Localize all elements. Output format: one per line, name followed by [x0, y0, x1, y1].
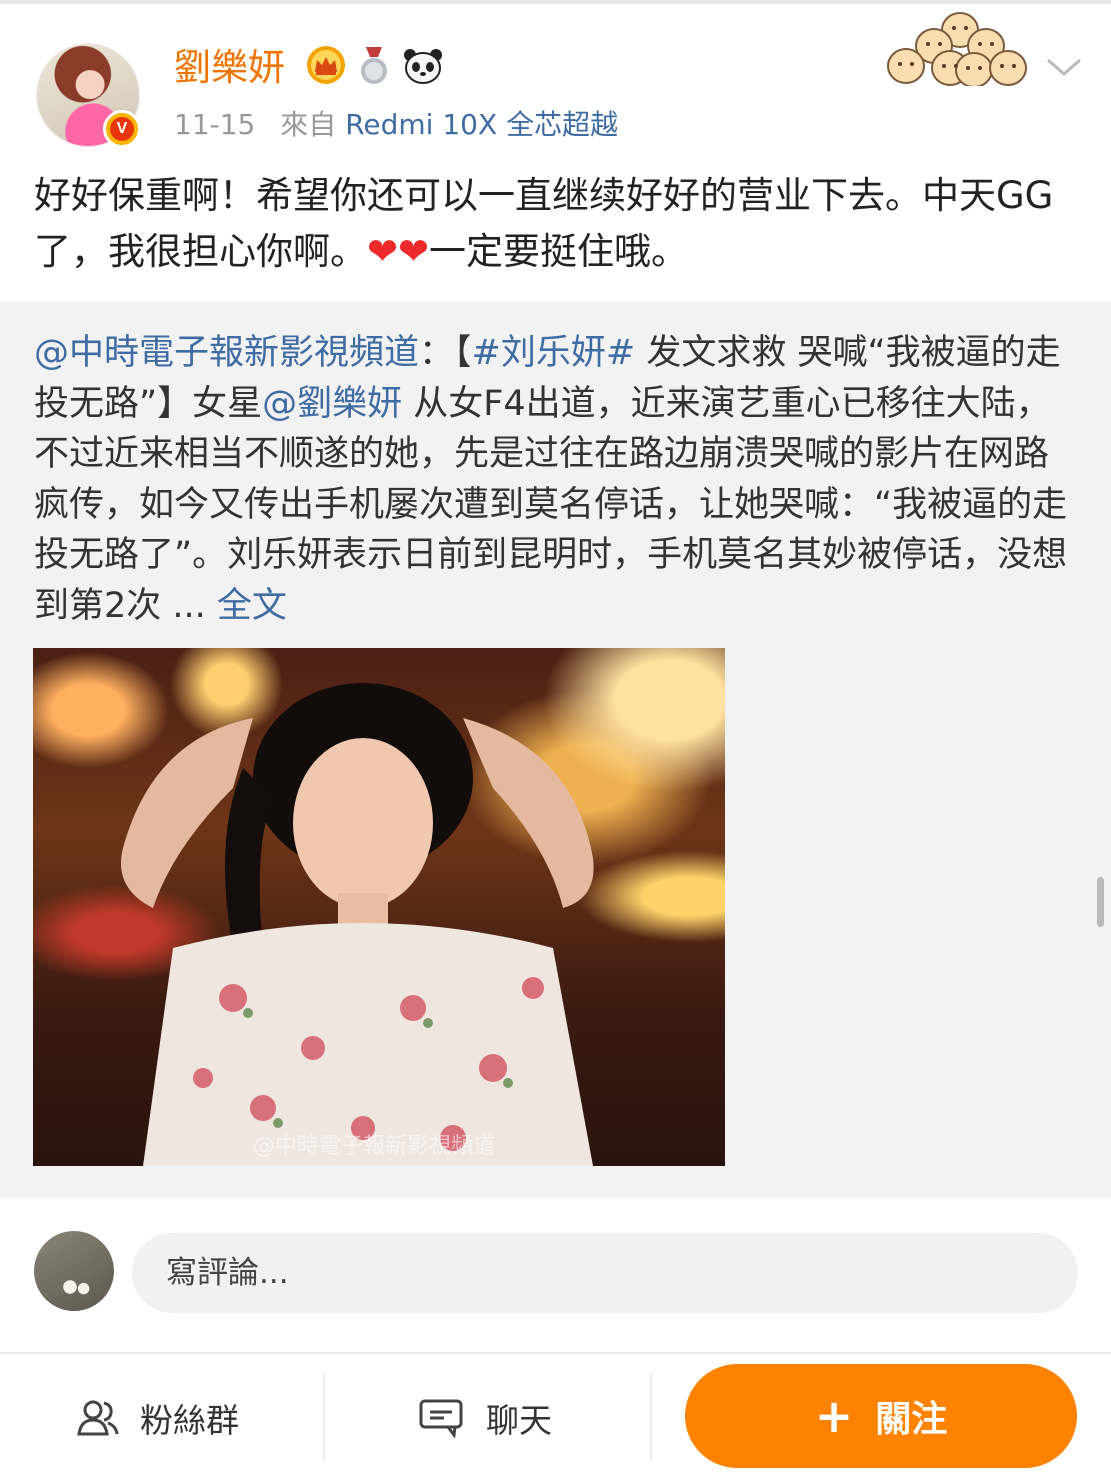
hashtag-link[interactable]: #刘乐妍#: [472, 333, 636, 373]
top-edge-divider: [0, 0, 1111, 4]
fans-group-button[interactable]: 粉絲群: [76, 1385, 239, 1451]
verified-mark: V: [110, 117, 134, 141]
crown-badge-icon[interactable]: [307, 46, 345, 84]
author-name[interactable]: 劉樂妍: [174, 44, 285, 92]
chat-icon: [419, 1399, 463, 1438]
heart-emoji: ❤❤: [367, 230, 430, 273]
fans-group-icon: [77, 1400, 119, 1436]
mention-link[interactable]: @劉樂妍: [262, 384, 402, 424]
repost-bracket: ：【: [419, 333, 472, 373]
fans-group-label: 粉絲群: [140, 1401, 239, 1440]
post-meta: 11-15 來自 Redmi 10X 全芯超越: [174, 106, 618, 144]
repost-card[interactable]: @中時電子報新影視頻道：【#刘乐妍# 发文求救 哭喊“我被逼的走投无路”】女星@…: [0, 302, 1111, 1198]
tab-divider: [650, 1373, 652, 1461]
plus-icon: +: [814, 1389, 854, 1443]
chat-label: 聊天: [486, 1401, 552, 1440]
follow-button[interactable]: + 關注: [685, 1364, 1077, 1468]
medal-badge-icon[interactable]: [356, 47, 392, 85]
repost-photo[interactable]: @中時電子報新影視頻道: [33, 648, 725, 1166]
chat-button[interactable]: 聊天: [418, 1385, 552, 1451]
follow-label: 關注: [875, 1399, 948, 1440]
repost-text: @中時電子報新影視頻道：【#刘乐妍# 发文求救 哭喊“我被逼的走投无路”】女星@…: [34, 328, 1074, 631]
source-device-link[interactable]: Redmi 10X 全芯超越: [345, 108, 618, 141]
post-text: 好好保重啊！希望你还可以一直继续好好的营业下去。中天GG了，我很担心你啊。❤❤一…: [34, 168, 1084, 280]
panda-badge-icon[interactable]: [402, 47, 444, 85]
source-prefix: 來自: [280, 108, 337, 141]
photo-watermark: @中時電子報新影視頻道: [253, 1134, 496, 1159]
bottom-bar-divider: [0, 1352, 1111, 1354]
photo-illustration: [121, 683, 594, 1166]
post-text-part2: 一定要挺住哦。: [429, 230, 689, 273]
scrollbar-thumb[interactable]: [1097, 877, 1104, 927]
chevron-down-icon[interactable]: [1044, 52, 1084, 82]
comment-input[interactable]: 寫評論...: [132, 1233, 1078, 1313]
full-text-link[interactable]: 全文: [217, 586, 287, 626]
sticker-decoration: [876, 8, 1032, 88]
tab-divider: [323, 1373, 325, 1461]
current-user-avatar[interactable]: [34, 1231, 114, 1311]
verified-icon: V: [103, 110, 141, 148]
post-date: 11-15: [174, 108, 256, 141]
repost-mention-link[interactable]: @中時電子報新影視頻道: [34, 333, 419, 373]
